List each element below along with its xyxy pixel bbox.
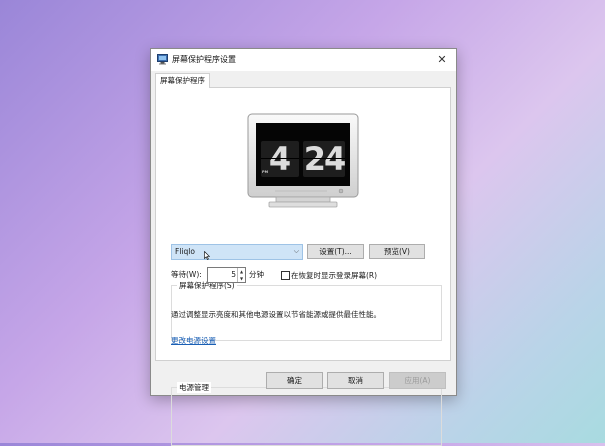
clock-ampm: PM [262,170,269,174]
spin-down-icon[interactable]: ▼ [238,275,245,282]
spin-buttons[interactable]: ▲ ▼ [237,268,245,282]
preview-monitor: 4 PM 24 [247,113,359,209]
tab-screensaver[interactable]: 屏幕保护程序 [155,73,210,88]
apply-button[interactable]: 应用(A) [389,372,446,389]
preview-button[interactable]: 预览(V) [369,244,425,259]
screensaver-select[interactable]: Fliqlo ⌵ [171,244,303,260]
cancel-button[interactable]: 取消 [327,372,384,389]
resume-login-checkbox[interactable] [281,271,290,280]
power-group-label: 电源管理 [177,382,211,393]
spin-up-icon[interactable]: ▲ [238,268,245,275]
clock-minutes: 24 [303,141,345,177]
wait-minutes-value[interactable]: 5 [208,270,236,279]
wait-label: 等待(W): [171,270,202,279]
screensaver-app-icon [157,54,168,65]
title-bar[interactable]: 屏幕保护程序设置 ✕ [151,49,456,71]
settings-button[interactable]: 设置(T)... [307,244,364,259]
wait-minutes-stepper[interactable]: 5 ▲ ▼ [207,267,246,283]
mouse-cursor-icon [204,251,210,260]
chevron-down-icon[interactable]: ⌵ [294,247,299,256]
clock-preview-screen: 4 PM 24 [256,123,350,186]
ok-button[interactable]: 确定 [266,372,323,389]
change-power-settings-link[interactable]: 更改电源设置 [171,335,216,346]
power-group: 电源管理 [171,382,442,446]
window-title: 屏幕保护程序设置 [172,55,236,64]
resume-login-label[interactable]: 在恢复时显示登录屏幕(R) [291,270,377,281]
screensaver-select-value: Fliqlo [175,247,195,256]
wait-unit-label: 分钟 [249,270,264,279]
close-icon[interactable]: ✕ [428,49,456,71]
power-description: 通过调整显示亮度和其他电源设置以节省能源或提供最佳性能。 [171,310,381,319]
